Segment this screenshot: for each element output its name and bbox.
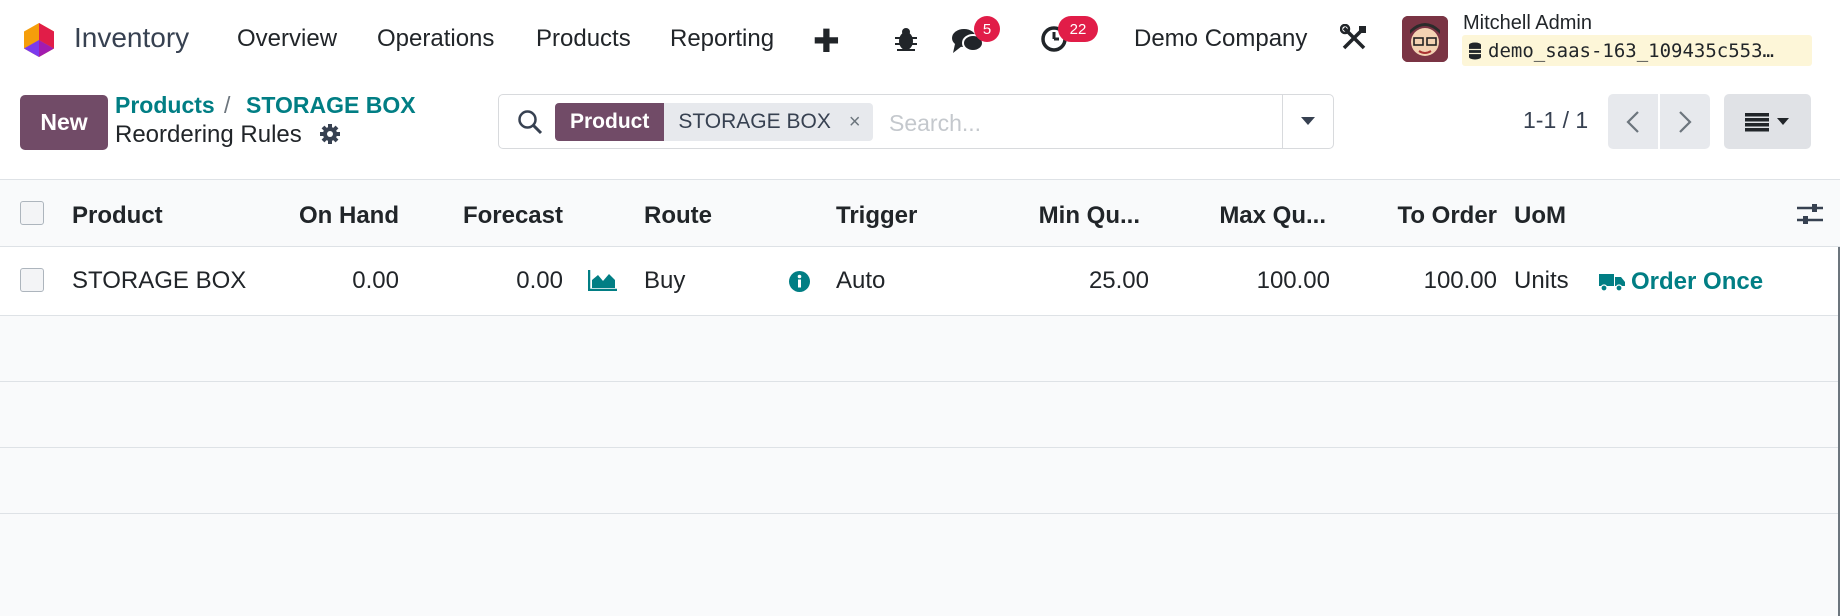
column-header-max-qty[interactable]: Max Qu... (1219, 202, 1326, 230)
search-input[interactable] (887, 105, 1271, 141)
activities-badge: 22 (1058, 16, 1098, 42)
app-name[interactable]: Inventory (74, 22, 189, 54)
facet-value: STORAGE BOX (664, 103, 841, 141)
empty-row (0, 382, 1840, 448)
forecast-chart-icon[interactable] (588, 269, 618, 291)
column-header-forecast[interactable]: Forecast (463, 202, 563, 230)
gear-icon[interactable] (319, 123, 341, 145)
row-checkbox[interactable] (20, 268, 44, 292)
search-icon[interactable] (517, 109, 543, 135)
list-view: Product On Hand Forecast Route Trigger M… (0, 179, 1840, 616)
column-settings-icon[interactable] (1797, 202, 1823, 226)
pager-value[interactable]: 1-1 / 1 (1523, 107, 1588, 134)
order-once-label: Order Once (1631, 268, 1764, 295)
cell-min-qty: 25.00 (1088, 267, 1149, 294)
database-name: demo_saas-163_109435c553… (1462, 35, 1812, 66)
breadcrumb-separator: / (224, 92, 231, 118)
column-header-product[interactable]: Product (72, 202, 163, 230)
facet-remove-button[interactable]: × (840, 103, 873, 141)
table-row[interactable]: STORAGE BOX 0.00 0.00 Buy Auto 25.00 100… (0, 247, 1840, 316)
column-header-to-order[interactable]: To Order (1397, 202, 1497, 230)
pager-previous-button[interactable] (1608, 94, 1658, 149)
column-header-uom[interactable]: UoM (1514, 202, 1566, 230)
info-icon[interactable] (789, 271, 810, 292)
select-all-checkbox[interactable] (20, 201, 44, 225)
column-header-min-qty[interactable]: Min Qu... (1039, 202, 1140, 230)
order-once-button[interactable]: Order Once (1599, 268, 1763, 296)
new-button[interactable]: New (20, 95, 108, 150)
search-bar: Product STORAGE BOX × (498, 94, 1334, 149)
breadcrumb-storage-box[interactable]: STORAGE BOX (246, 92, 416, 119)
cell-route: Buy (644, 267, 686, 294)
table-header: Product On Hand Forecast Route Trigger M… (0, 179, 1840, 247)
avatar[interactable] (1402, 16, 1448, 62)
database-icon (1469, 42, 1481, 59)
empty-row (0, 316, 1840, 382)
column-header-trigger[interactable]: Trigger (836, 202, 917, 230)
breadcrumb-products[interactable]: Products (115, 92, 215, 119)
messages-badge: 5 (974, 16, 1000, 42)
menu-products[interactable]: Products (536, 25, 631, 53)
user-avatar-icon (1402, 16, 1448, 62)
cell-product[interactable]: STORAGE BOX (72, 267, 246, 295)
cell-uom: Units (1514, 267, 1569, 294)
menu-operations[interactable]: Operations (377, 25, 494, 53)
app-logo-icon[interactable] (20, 21, 58, 59)
plus-icon[interactable]: ✚ (813, 22, 840, 60)
tools-icon[interactable] (1340, 24, 1368, 52)
database-label: demo_saas-163_109435c553… (1488, 39, 1774, 62)
chevron-right-icon (1679, 110, 1692, 133)
caret-down-icon (1301, 117, 1315, 125)
truck-icon (1599, 274, 1625, 292)
search-options-toggle[interactable] (1282, 95, 1333, 148)
pager-next-button[interactable] (1660, 94, 1710, 149)
cell-to-order: 100.00 (1423, 267, 1497, 294)
facet-label: Product (555, 103, 665, 141)
view-switcher-button[interactable] (1724, 94, 1811, 149)
menu-reporting[interactable]: Reporting (670, 25, 774, 53)
column-header-route[interactable]: Route (644, 202, 712, 230)
cell-trigger: Auto (836, 267, 886, 294)
list-view-icon (1744, 112, 1789, 131)
company-switcher[interactable]: Demo Company (1134, 25, 1307, 53)
menu-overview[interactable]: Overview (237, 25, 337, 53)
search-facet: Product STORAGE BOX × (555, 103, 873, 141)
bug-icon[interactable] (893, 26, 919, 52)
empty-row (0, 448, 1840, 514)
top-navbar: Inventory Overview Operations Products R… (0, 0, 1840, 80)
column-header-on-hand[interactable]: On Hand (299, 202, 399, 230)
page-title: Reordering Rules (115, 121, 302, 148)
user-name[interactable]: Mitchell Admin (1463, 12, 1592, 35)
chevron-left-icon (1626, 110, 1639, 133)
cell-max-qty: 100.00 (1256, 267, 1330, 294)
cell-forecast: 0.00 (516, 267, 563, 294)
cell-on-hand: 0.00 (352, 267, 399, 294)
